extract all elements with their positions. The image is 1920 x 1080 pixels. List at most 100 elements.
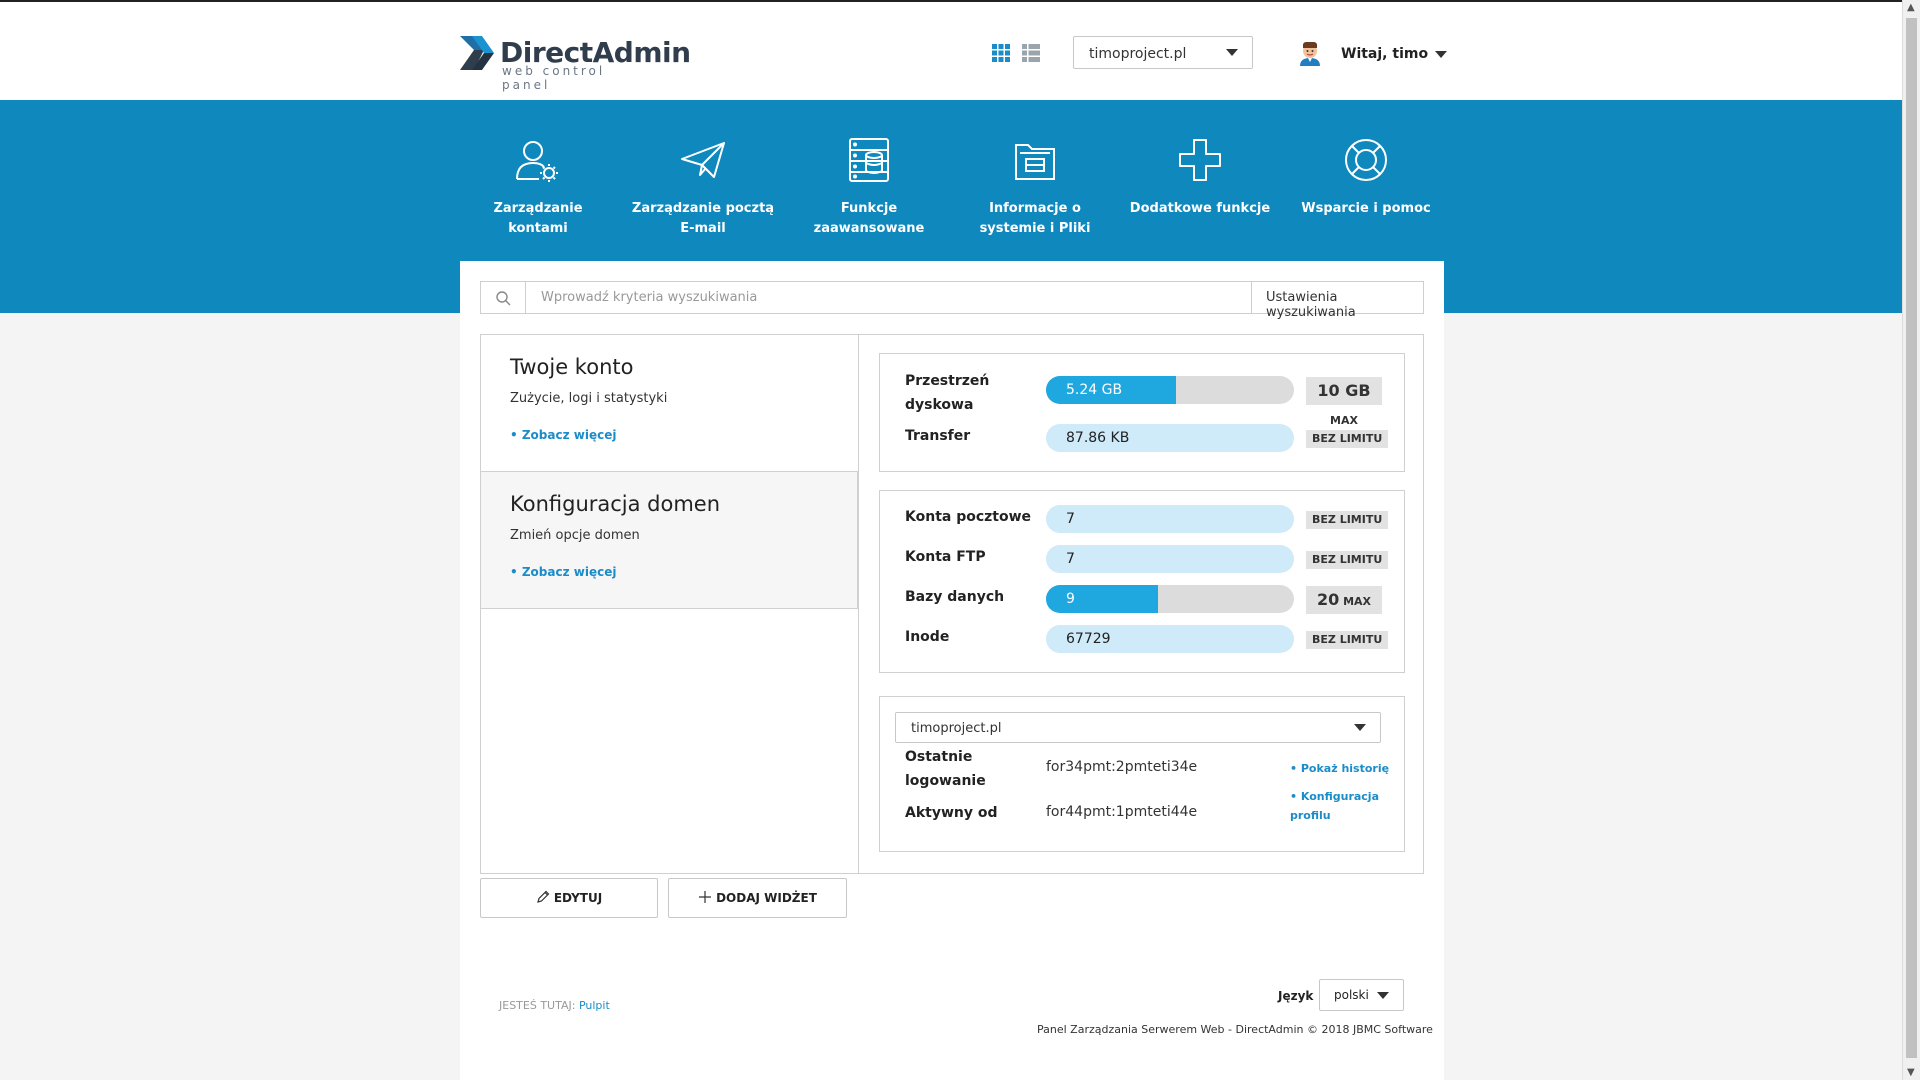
nav-label: Wsparcie i pomoc bbox=[1301, 201, 1431, 216]
edit-button[interactable]: EDYTUJ bbox=[480, 878, 658, 918]
language-label: Język bbox=[1278, 989, 1314, 1003]
limit-badge: BEZ LIMITU bbox=[1306, 631, 1389, 649]
language-value: polski bbox=[1334, 988, 1369, 1002]
server-icon bbox=[849, 138, 889, 182]
chevron-down-icon bbox=[1226, 49, 1238, 56]
nav-label: Zarządzanie kontami bbox=[493, 201, 583, 236]
scrollbar[interactable]: ▲ ▼ bbox=[1902, 0, 1920, 1080]
limit-badge: 20 MAX bbox=[1306, 586, 1382, 614]
nav-label: Funkcje zaawansowane bbox=[813, 201, 925, 236]
search-icon bbox=[496, 291, 511, 306]
list-view-icon[interactable] bbox=[1022, 44, 1040, 62]
scroll-up-icon[interactable]: ▲ bbox=[1907, 2, 1915, 13]
db-progress-bar: 9 bbox=[1046, 585, 1294, 613]
usage-value: 7 bbox=[1066, 511, 1075, 527]
breadcrumb-link-dashboard[interactable]: Pulpit bbox=[579, 999, 610, 1012]
usage-label: Inode bbox=[905, 629, 950, 645]
grid-view-icon[interactable] bbox=[992, 44, 1010, 62]
nav-item-accounts[interactable]: Zarządzanie kontami bbox=[453, 135, 623, 239]
widget-your-account: Twoje konto Zużycie, logi i statystyki •… bbox=[481, 335, 858, 471]
domain-select-value: timoproject.pl bbox=[1089, 46, 1187, 62]
inode-progress-bar: 67729 bbox=[1046, 625, 1294, 653]
limit-badge: BEZ LIMITU bbox=[1306, 551, 1389, 569]
see-more-link[interactable]: • Zobacz więcej bbox=[510, 428, 829, 442]
usage-panel: Przestrzeń dyskowa 5.24 GB 10 GB MAX Tran… bbox=[879, 353, 1405, 472]
active-since-label: Aktywny od bbox=[905, 805, 998, 821]
widget-title: Twoje konto bbox=[510, 355, 634, 379]
avatar[interactable] bbox=[1298, 40, 1322, 66]
nav-label: Dodatkowe funkcje bbox=[1129, 201, 1271, 216]
welcome-text: Witaj, timo bbox=[1341, 46, 1429, 62]
main-content: Ustawienia wyszukiwania Twoje konto Zuży… bbox=[460, 261, 1444, 1080]
nav-item-support[interactable]: Wsparcie i pomoc bbox=[1281, 135, 1451, 219]
breadcrumb: JESTEŚ TUTAJ: Pulpit bbox=[499, 999, 610, 1012]
ftp-progress-bar: 7 bbox=[1046, 545, 1294, 573]
db-progress-fill bbox=[1046, 585, 1158, 613]
language-select[interactable]: polski bbox=[1319, 979, 1404, 1011]
chevron-down-icon bbox=[1377, 992, 1389, 999]
nav-label: Informacje o systemie i Pliki bbox=[979, 201, 1091, 236]
plus-icon bbox=[699, 891, 712, 903]
nav-item-email[interactable]: Zarządzanie pocztą E-mail bbox=[618, 135, 788, 239]
show-history-link[interactable]: • Pokaż historię bbox=[1290, 759, 1390, 778]
nav-label: Zarządzanie pocztą E-mail bbox=[631, 201, 775, 236]
profile-domain-value: timoproject.pl bbox=[911, 721, 1002, 736]
profile-domain-select[interactable]: timoproject.pl bbox=[895, 712, 1381, 743]
usage-value: 9 bbox=[1066, 591, 1075, 607]
nav-item-system-files[interactable]: Informacje o systemie i Pliki bbox=[950, 135, 1120, 239]
profile-config-link[interactable]: • Konfiguracja profilu bbox=[1290, 787, 1390, 825]
plus-icon bbox=[1179, 139, 1221, 181]
usage-label: Przestrzeń dyskowa bbox=[905, 373, 990, 413]
usage-row-email: Konta pocztowe 7 BEZ LIMITU bbox=[880, 505, 1404, 535]
chevron-down-icon bbox=[1354, 724, 1366, 731]
nav-item-extra[interactable]: Dodatkowe funkcje bbox=[1115, 135, 1285, 219]
pencil-icon bbox=[536, 890, 550, 903]
scrollbar-thumb[interactable] bbox=[1906, 18, 1917, 1058]
usage-value: 7 bbox=[1066, 551, 1075, 567]
chevron-down-icon bbox=[1435, 51, 1447, 58]
paper-plane-icon bbox=[681, 142, 725, 178]
logo[interactable]: DirectAdmin web control panel bbox=[458, 32, 691, 92]
user-gear-icon bbox=[516, 141, 558, 182]
usage-value: 5.24 GB bbox=[1066, 382, 1123, 398]
usage-label: Transfer bbox=[905, 428, 971, 444]
user-menu[interactable]: Witaj, timo bbox=[1341, 46, 1447, 62]
transfer-progress-bar: 87.86 KB bbox=[1046, 424, 1294, 452]
scroll-down-icon[interactable]: ▼ bbox=[1907, 1067, 1915, 1078]
search-settings-button[interactable]: Ustawienia wyszukiwania bbox=[1251, 282, 1423, 320]
usage-row-disk: Przestrzeń dyskowa 5.24 GB 10 GB MAX bbox=[880, 373, 1404, 427]
copyright: Panel Zarządzania Serwerem Web - DirectA… bbox=[1037, 1023, 1433, 1036]
disk-progress-bar: 5.24 GB bbox=[1046, 376, 1294, 404]
lifebuoy-icon bbox=[1345, 139, 1387, 181]
last-login-label: Ostatnie logowanie bbox=[905, 749, 986, 789]
usage-value: 87.86 KB bbox=[1066, 430, 1130, 446]
usage-row-transfer: Transfer 87.86 KB BEZ LIMITU bbox=[880, 424, 1404, 454]
limit-badge: BEZ LIMITU bbox=[1306, 511, 1389, 529]
limit-badge: BEZ LIMITU bbox=[1306, 430, 1389, 448]
usage-row-ftp: Konta FTP 7 BEZ LIMITU bbox=[880, 545, 1404, 575]
widget-description: Zużycie, logi i statystyki bbox=[510, 391, 668, 406]
header: DirectAdmin web control panel timoprojec… bbox=[0, 2, 1902, 100]
search-input[interactable] bbox=[527, 282, 1250, 313]
usage-value: 67729 bbox=[1066, 631, 1111, 647]
see-more-link[interactable]: • Zobacz więcej bbox=[510, 565, 828, 579]
dashboard-widgets: Twoje konto Zużycie, logi i statystyki •… bbox=[480, 334, 1424, 874]
widget-domain-config: Konfiguracja domen Zmień opcje domen • Z… bbox=[481, 471, 858, 609]
search-button[interactable] bbox=[481, 282, 526, 313]
widget-description: Zmień opcje domen bbox=[510, 528, 640, 543]
domain-select[interactable]: timoproject.pl bbox=[1073, 36, 1253, 69]
profile-panel: timoproject.pl Ostatnie logowanie for34pm… bbox=[879, 696, 1405, 852]
nav-item-advanced[interactable]: Funkcje zaawansowane bbox=[784, 135, 954, 239]
search-bar: Ustawienia wyszukiwania bbox=[480, 281, 1424, 320]
directadmin-logo-icon bbox=[460, 36, 494, 70]
usage-row-inode: Inode 67729 BEZ LIMITU bbox=[880, 625, 1404, 655]
last-login-value: for34pmt:2pmteti34e bbox=[1046, 759, 1198, 775]
accounts-panel: Konta pocztowe 7 BEZ LIMITU Konta FTP 7 … bbox=[879, 490, 1405, 673]
widget-title: Konfiguracja domen bbox=[510, 492, 721, 516]
active-since-value: for44pmt:1pmteti44e bbox=[1046, 804, 1198, 820]
folder-icon bbox=[1015, 144, 1055, 180]
logo-subtitle: web control panel bbox=[502, 64, 606, 92]
add-widget-button[interactable]: DODAJ WIDŻET bbox=[668, 878, 847, 918]
usage-label: Konta pocztowe bbox=[905, 509, 1032, 525]
usage-label: Konta FTP bbox=[905, 549, 986, 565]
